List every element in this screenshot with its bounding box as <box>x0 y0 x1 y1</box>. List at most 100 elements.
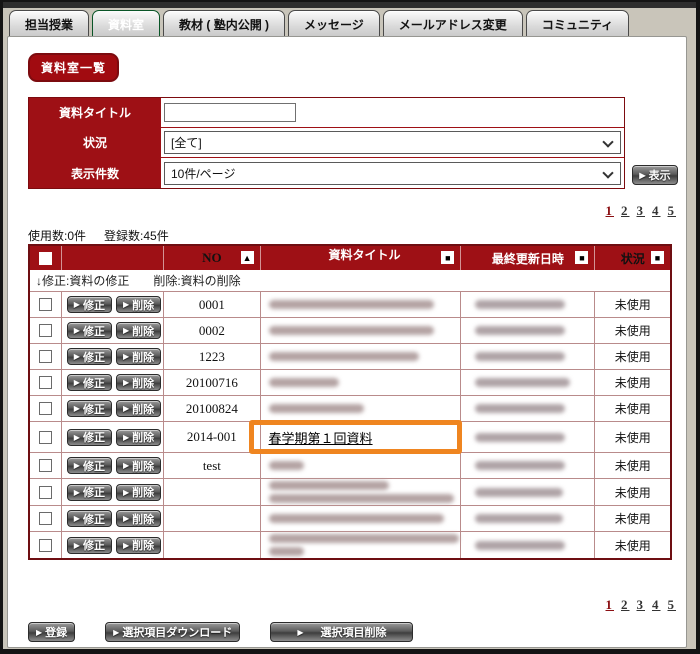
row-checkbox[interactable] <box>39 402 52 415</box>
edit-button[interactable]: ▶修正 <box>67 374 112 391</box>
edit-button[interactable]: ▶修正 <box>67 510 112 527</box>
row-status: 未使用 <box>595 479 670 505</box>
tab-item[interactable]: メールアドレス変更 <box>383 10 523 37</box>
document-title-link[interactable]: 春学期第１回資料 <box>269 428 373 447</box>
edit-button[interactable]: ▶修正 <box>67 537 112 554</box>
header-no: NO▲ <box>164 246 260 270</box>
page-link-4[interactable]: 4 <box>652 597 661 612</box>
row-status: 未使用 <box>595 344 670 369</box>
tab-item[interactable]: 教材 ( 塾内公開 ) <box>163 10 285 37</box>
delete-button[interactable]: ▶削除 <box>116 457 161 474</box>
show-button[interactable]: ▶表示 <box>632 165 678 185</box>
selected-delete-button[interactable]: ▶選択項目削除 <box>270 622 413 642</box>
blurred-date-text <box>475 541 565 550</box>
tab-item[interactable]: コミュニティ <box>526 10 629 37</box>
row-checkbox[interactable] <box>39 376 52 389</box>
row-no <box>164 479 260 505</box>
blurred-date-text <box>475 326 565 335</box>
page-link-5[interactable]: 5 <box>668 597 677 612</box>
form-value <box>161 98 624 127</box>
title-cell <box>261 344 462 369</box>
sort-asc-icon[interactable]: ▲ <box>241 251 254 264</box>
row-checkbox[interactable] <box>39 298 52 311</box>
page-link-2[interactable]: 2 <box>621 203 630 218</box>
tab-active[interactable]: 資料室 <box>92 10 160 37</box>
row-checkbox[interactable] <box>39 486 52 499</box>
row-checkbox[interactable] <box>39 431 52 444</box>
tab-item[interactable]: 担当授業 <box>9 10 89 37</box>
page-link-3[interactable]: 3 <box>637 203 646 218</box>
form-row: 表示件数10件/ページ <box>29 158 624 188</box>
page-link-5[interactable]: 5 <box>668 203 677 218</box>
dropdown-select[interactable]: 10件/ページ <box>164 162 621 185</box>
header-title: 資料タイトル■ <box>261 246 462 270</box>
sort-icon[interactable]: ■ <box>651 251 664 264</box>
row-checkbox[interactable] <box>39 350 52 363</box>
edit-button[interactable]: ▶修正 <box>67 429 112 446</box>
chevron-down-icon <box>602 167 613 178</box>
arrow-icon: ▶ <box>74 326 80 335</box>
arrow-icon: ▶ <box>123 326 129 335</box>
register-button[interactable]: ▶登録 <box>28 622 75 642</box>
arrow-icon: ▶ <box>74 541 80 550</box>
blurred-date-text <box>475 404 565 413</box>
table-row: ▶修正▶削除0001未使用 <box>30 292 670 318</box>
edit-button[interactable]: ▶修正 <box>67 484 112 501</box>
edit-button[interactable]: ▶修正 <box>67 348 112 365</box>
delete-button[interactable]: ▶削除 <box>116 296 161 313</box>
title-search-input[interactable] <box>164 103 296 122</box>
checkbox-cell <box>30 292 62 317</box>
title-cell <box>261 292 462 317</box>
row-checkbox[interactable] <box>39 539 52 552</box>
row-status: 未使用 <box>595 370 670 395</box>
tab-item[interactable]: メッセージ <box>288 10 380 37</box>
arrow-icon: ▶ <box>74 461 80 470</box>
row-status: 未使用 <box>595 292 670 317</box>
delete-button[interactable]: ▶削除 <box>116 400 161 417</box>
registered-count: 登録数:45件 <box>104 229 169 243</box>
arrow-icon: ▶ <box>123 488 129 497</box>
title-cell <box>261 479 462 505</box>
page-link-2[interactable]: 2 <box>621 597 630 612</box>
arrow-icon: ▶ <box>74 488 80 497</box>
header-actions <box>62 246 164 270</box>
page-link-1[interactable]: 1 <box>606 597 615 612</box>
edit-button[interactable]: ▶修正 <box>67 457 112 474</box>
sort-icon[interactable]: ■ <box>575 251 588 264</box>
delete-button[interactable]: ▶削除 <box>116 537 161 554</box>
arrow-icon: ▶ <box>74 352 80 361</box>
edit-button[interactable]: ▶修正 <box>67 296 112 313</box>
page-link-3[interactable]: 3 <box>637 597 646 612</box>
delete-button[interactable]: ▶削除 <box>116 429 161 446</box>
row-checkbox[interactable] <box>39 459 52 472</box>
updated-cell <box>461 422 595 452</box>
edit-button[interactable]: ▶修正 <box>67 322 112 339</box>
page-link-1[interactable]: 1 <box>606 203 615 218</box>
delete-button[interactable]: ▶削除 <box>116 510 161 527</box>
selected-download-button[interactable]: ▶選択項目ダウンロード <box>105 622 240 642</box>
select-all-checkbox[interactable] <box>39 252 52 265</box>
sort-icon[interactable]: ■ <box>441 251 454 264</box>
table-row: ▶修正▶削除test未使用 <box>30 453 670 479</box>
dropdown-select[interactable]: [全て] <box>164 131 621 154</box>
arrow-icon: ▶ <box>123 378 129 387</box>
table-body: ▶修正▶削除0001未使用▶修正▶削除0002未使用▶修正▶削除1223未使用▶… <box>30 292 670 558</box>
page-background: 担当授業資料室教材 ( 塾内公開 )メッセージメールアドレス変更コミュニティ 資… <box>3 2 696 649</box>
delete-button[interactable]: ▶削除 <box>116 484 161 501</box>
row-no: 20100716 <box>164 370 260 395</box>
blurred-title-text <box>269 378 339 387</box>
row-checkbox[interactable] <box>39 512 52 525</box>
row-no: test <box>164 453 260 478</box>
page-link-4[interactable]: 4 <box>652 203 661 218</box>
checkbox-cell <box>30 479 62 505</box>
edit-button[interactable]: ▶修正 <box>67 400 112 417</box>
arrow-icon: ▶ <box>36 628 42 637</box>
table-row: ▶修正▶削除0002未使用 <box>30 318 670 344</box>
row-checkbox[interactable] <box>39 324 52 337</box>
delete-button[interactable]: ▶削除 <box>116 348 161 365</box>
selected-value: 10件/ページ <box>171 165 235 182</box>
delete-button[interactable]: ▶削除 <box>116 322 161 339</box>
delete-button[interactable]: ▶削除 <box>116 374 161 391</box>
blurred-title-text <box>269 494 454 503</box>
search-form: 資料タイトル状況[全て]表示件数10件/ページ <box>28 97 625 189</box>
